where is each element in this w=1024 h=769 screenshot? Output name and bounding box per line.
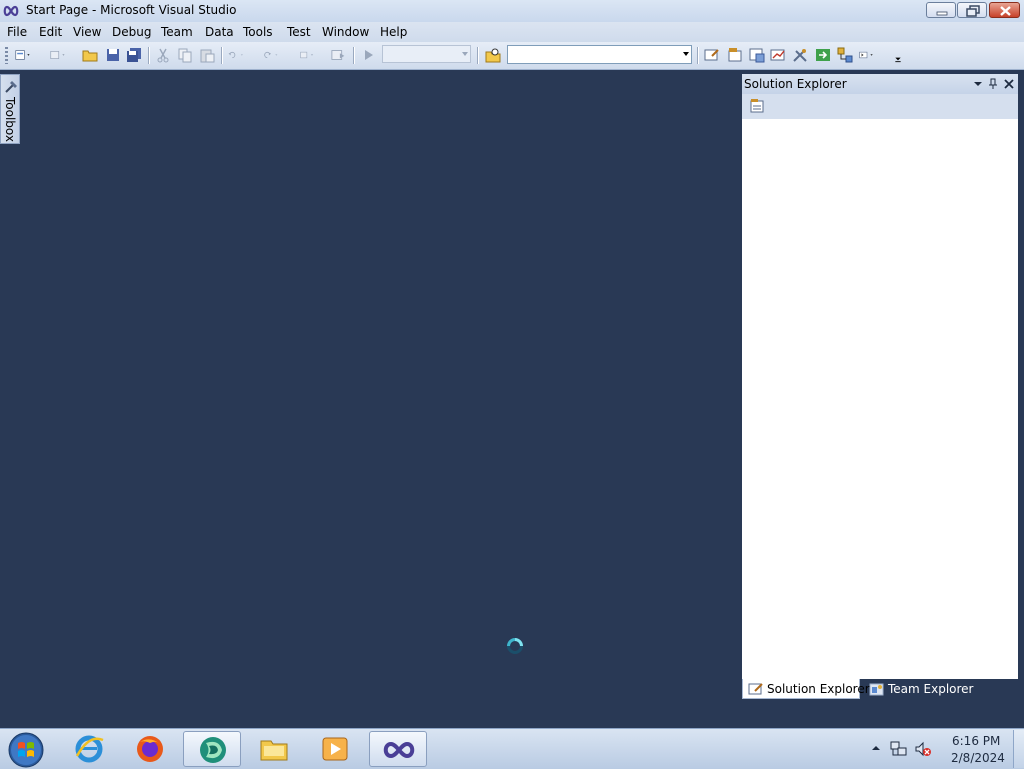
internet-explorer-icon — [75, 735, 104, 763]
toolbox-label: Toolbox — [3, 97, 17, 142]
solution-explorer-toolbar — [742, 94, 1018, 119]
minimize-button[interactable] — [926, 2, 956, 18]
clock-date[interactable]: 2/8/2024 — [951, 751, 1005, 765]
properties-icon[interactable] — [749, 98, 765, 114]
save-icon[interactable] — [105, 47, 121, 63]
minimize-icon — [936, 11, 948, 16]
volume-muted-icon[interactable] — [914, 740, 932, 758]
find-combo-box[interactable] — [507, 45, 692, 64]
open-file-icon[interactable] — [82, 47, 98, 63]
menu-test[interactable]: Test — [287, 25, 311, 39]
redo-icon[interactable] — [263, 47, 279, 63]
tab-team-explorer-label: Team Explorer — [888, 682, 974, 696]
menu-debug[interactable]: Debug — [112, 25, 151, 39]
close-icon[interactable] — [1003, 78, 1015, 90]
cut-icon[interactable] — [155, 47, 171, 63]
tools-icon[interactable] — [792, 47, 808, 63]
menu-window[interactable]: Window — [322, 25, 369, 39]
solution-tree[interactable] — [742, 119, 1018, 679]
new-project-icon[interactable] — [15, 47, 31, 63]
chevron-down-icon — [462, 52, 468, 56]
auto-hide-pin-icon[interactable] — [988, 78, 998, 90]
tab-solution-explorer-label: Solution Explorer — [767, 682, 870, 696]
media-player-icon — [322, 737, 348, 761]
menu-view[interactable]: View — [73, 25, 101, 39]
save-all-icon[interactable] — [126, 47, 142, 63]
toolbar-grip[interactable] — [5, 47, 8, 64]
taskbar-internet-explorer[interactable] — [60, 731, 118, 767]
app-icon — [200, 737, 226, 763]
toolbar-separator — [221, 47, 222, 64]
export-icon[interactable] — [815, 47, 831, 63]
solution-explorer-header: Solution Explorer — [742, 74, 1018, 95]
toolbar-separator — [353, 47, 354, 64]
navigate-forward-icon[interactable] — [331, 47, 347, 63]
taskbar-visual-studio[interactable] — [369, 731, 427, 767]
solution-explorer-icon — [748, 683, 763, 695]
tab-solution-explorer[interactable]: Solution Explorer — [742, 679, 870, 699]
menu-file[interactable]: File — [7, 25, 27, 39]
tab-team-explorer[interactable]: Team Explorer — [864, 679, 974, 699]
explorer-tabs: Solution Explorer Team Explorer — [742, 679, 1018, 700]
toolbox-tab[interactable]: Toolbox — [0, 74, 20, 144]
solution-configuration-dropdown — [382, 45, 471, 63]
close-button[interactable] — [989, 2, 1020, 18]
taskbar — [0, 728, 1024, 769]
menu-tools[interactable]: Tools — [243, 25, 273, 39]
navigate-backward-icon[interactable] — [300, 47, 316, 63]
start-debugging-icon[interactable] — [361, 47, 377, 63]
taskbar-app[interactable] — [183, 731, 241, 767]
taskbar-file-explorer[interactable] — [245, 731, 303, 767]
team-explorer-icon — [869, 683, 884, 696]
object-browser-icon[interactable] — [749, 47, 765, 63]
properties-icon[interactable] — [727, 47, 743, 63]
toolbar-overflow-icon[interactable] — [890, 47, 906, 63]
menu-team[interactable]: Team — [161, 25, 193, 39]
show-desktop-button[interactable] — [1013, 730, 1024, 768]
add-item-icon[interactable] — [50, 47, 66, 63]
taskbar-media-player[interactable] — [306, 731, 364, 767]
firefox-icon — [137, 736, 163, 762]
undo-icon[interactable] — [228, 47, 244, 63]
toolbar-separator — [697, 47, 698, 64]
menu-data[interactable]: Data — [205, 25, 234, 39]
visual-studio-icon — [383, 741, 415, 759]
menu-edit[interactable]: Edit — [39, 25, 62, 39]
network-icon[interactable] — [890, 740, 908, 758]
toolbox-hammer-icon — [5, 81, 17, 93]
loading-spinner-icon — [507, 638, 523, 654]
menu-help[interactable]: Help — [380, 25, 407, 39]
start-button-icon[interactable] — [6, 731, 46, 768]
visual-studio-infinity-icon — [3, 5, 19, 17]
chevron-down-icon[interactable] — [683, 52, 689, 56]
toolbar-separator — [148, 47, 149, 64]
show-hidden-icons-icon[interactable] — [871, 743, 881, 753]
toolbox-icon[interactable] — [770, 47, 786, 63]
class-view-icon[interactable] — [837, 47, 853, 63]
clock-time[interactable]: 6:16 PM — [952, 734, 1000, 748]
window-title: Start Page - Microsoft Visual Studio — [26, 3, 237, 17]
find-in-files-icon[interactable] — [485, 47, 501, 63]
solution-explorer-icon[interactable] — [704, 47, 720, 63]
title-bar: Start Page - Microsoft Visual Studio — [0, 0, 1024, 23]
solution-explorer-panel: Solution Explorer Solution Explorer Team… — [742, 74, 1018, 700]
restore-button[interactable] — [957, 2, 987, 18]
maximize-icon — [966, 5, 980, 17]
close-icon — [1000, 6, 1011, 16]
toolbar-separator — [477, 47, 478, 64]
copy-icon[interactable] — [177, 47, 193, 63]
window-position-dropdown-icon[interactable] — [973, 78, 983, 90]
menu-bar: File Edit View Debug Team Data Tools Tes… — [0, 22, 1024, 42]
command-window-icon[interactable] — [859, 47, 875, 63]
solution-explorer-title: Solution Explorer — [744, 77, 847, 91]
paste-icon[interactable] — [199, 47, 215, 63]
taskbar-firefox[interactable] — [121, 731, 179, 767]
file-explorer-icon — [260, 740, 288, 761]
